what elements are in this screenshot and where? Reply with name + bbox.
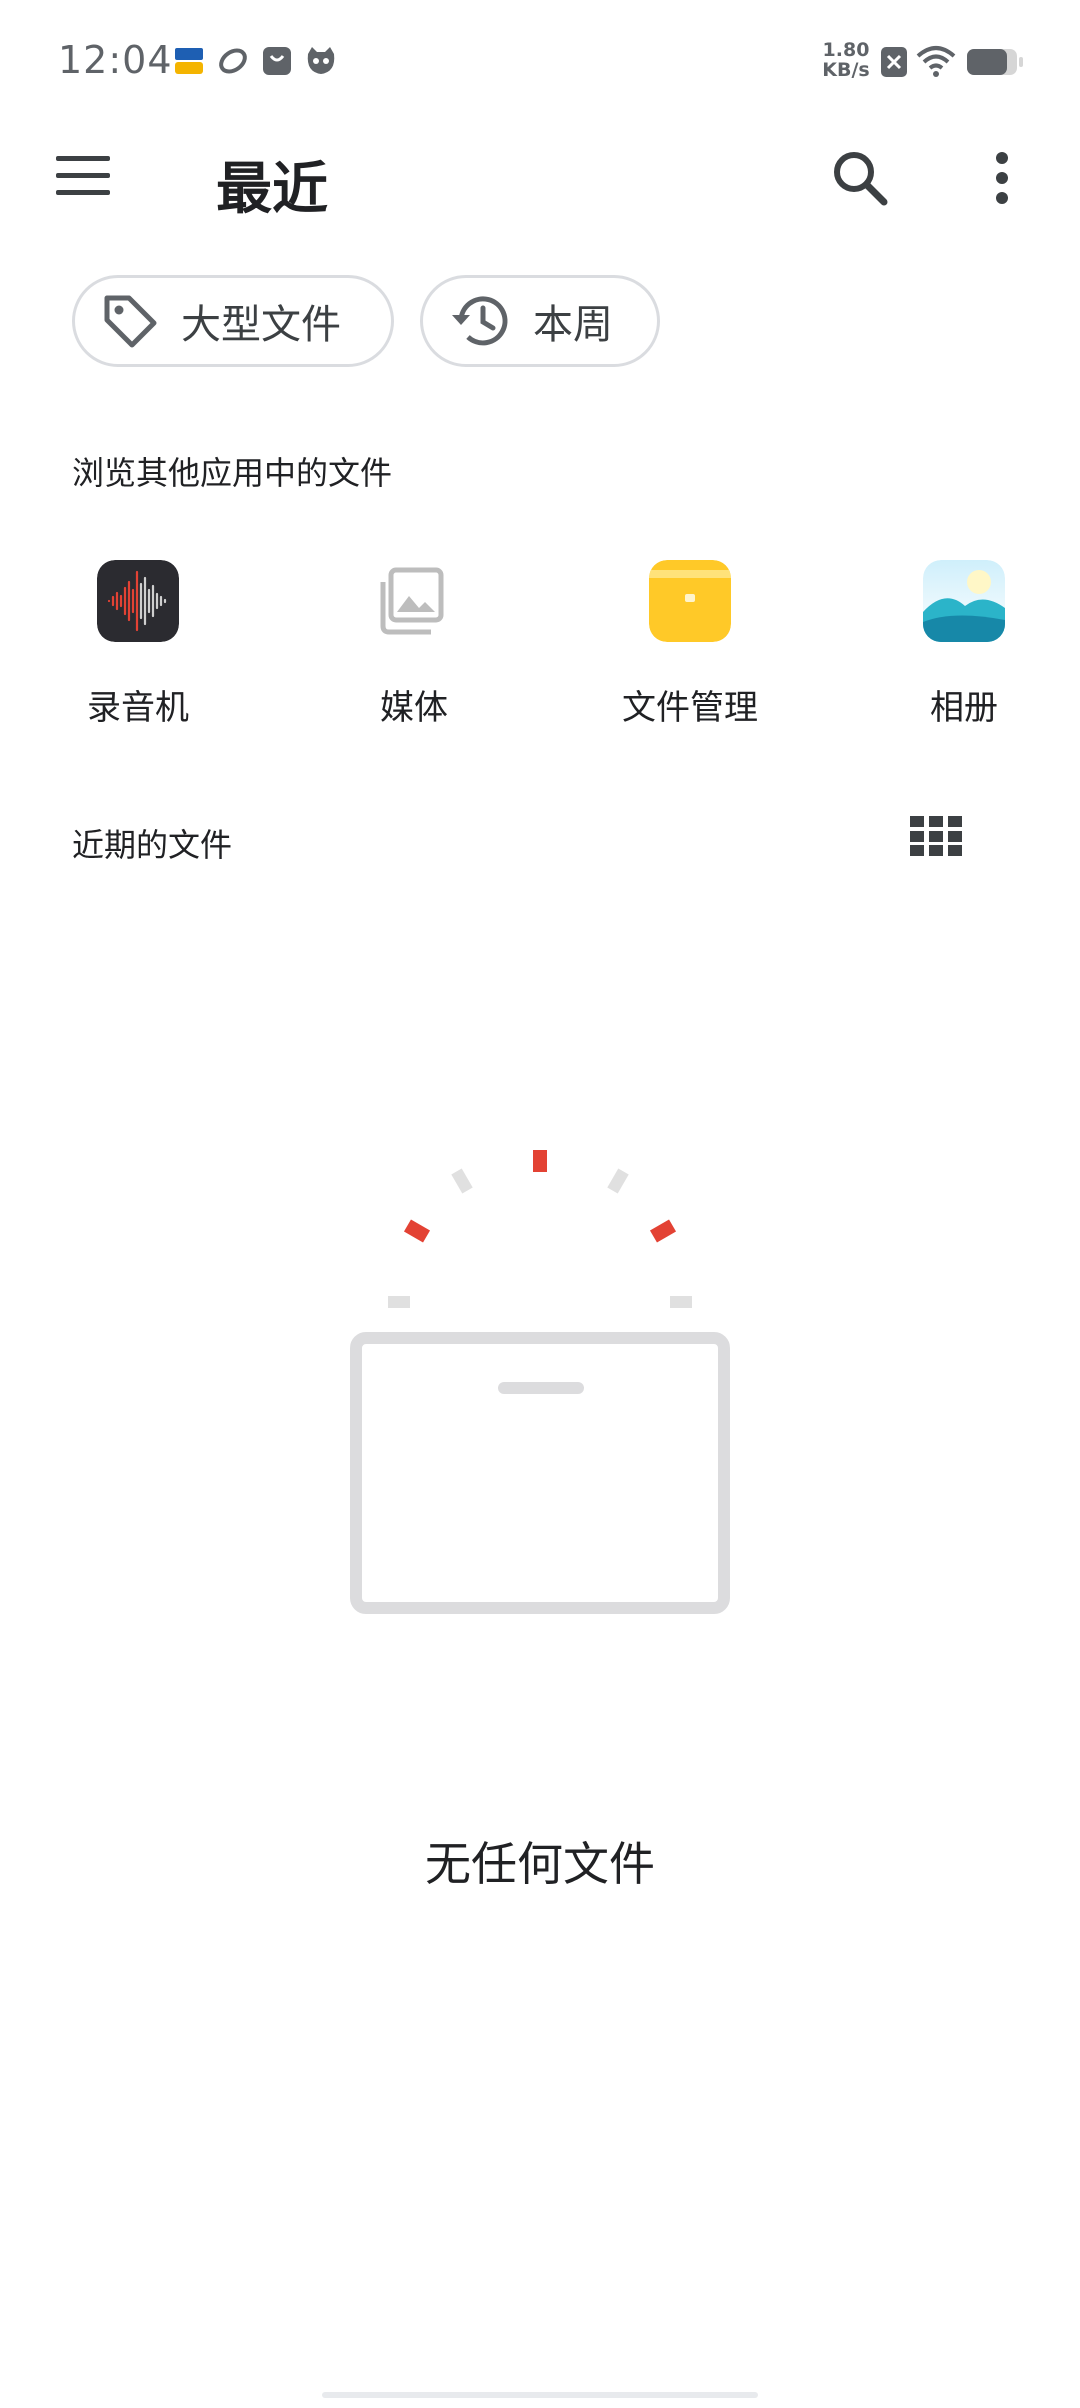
empty-state-text: 无任何文件 — [425, 1837, 655, 1891]
cat-mascot-icon — [304, 44, 338, 78]
home-indicator[interactable] — [322, 2392, 758, 2398]
large-files-chip-label: 大型文件 — [181, 302, 341, 348]
empty-box-icon — [348, 1140, 732, 1620]
network-speed: 1.80 KB/s — [818, 40, 874, 80]
app-voice-recorder[interactable]: 录音机 — [28, 560, 248, 729]
this-week-chip-label: 本周 — [533, 302, 613, 348]
app-media-label: 媒体 — [380, 688, 448, 728]
app-file-manager[interactable]: 文件管理 — [580, 560, 800, 729]
network-speed-value: 1.80 — [822, 39, 870, 61]
sim-off-icon — [880, 46, 914, 80]
wifi-icon — [916, 44, 956, 78]
history-icon — [452, 296, 508, 346]
tag-icon — [104, 295, 157, 348]
app-voice-recorder-label: 录音机 — [87, 688, 189, 728]
file-manager-icon — [649, 560, 731, 642]
network-speed-unit: KB/s — [822, 59, 870, 81]
large-files-chip[interactable]: 大型文件 — [72, 275, 394, 367]
menu-icon[interactable] — [54, 154, 112, 198]
album-icon — [923, 560, 1005, 642]
voice-recorder-icon — [97, 560, 179, 642]
grid-view-icon[interactable] — [910, 816, 962, 856]
this-week-chip[interactable]: 本周 — [420, 275, 660, 367]
page-title: 最近 — [216, 157, 328, 222]
swirl-app-icon — [216, 44, 250, 78]
status-time: 12:04 — [58, 38, 173, 82]
search-icon[interactable] — [830, 148, 890, 208]
browse-apps-heading: 浏览其他应用中的文件 — [72, 454, 393, 492]
shopping-bag-icon — [260, 44, 294, 78]
battery-icon — [966, 48, 1024, 76]
1905-app-icon — [172, 44, 206, 78]
app-media[interactable]: 媒体 — [304, 560, 524, 729]
app-album[interactable]: 相册 — [854, 560, 1074, 729]
app-album-label: 相册 — [930, 688, 998, 728]
app-file-manager-label: 文件管理 — [622, 688, 758, 728]
recent-files-heading: 近期的文件 — [72, 826, 233, 864]
media-gallery-icon — [373, 560, 455, 642]
more-vert-icon[interactable] — [978, 148, 1026, 208]
